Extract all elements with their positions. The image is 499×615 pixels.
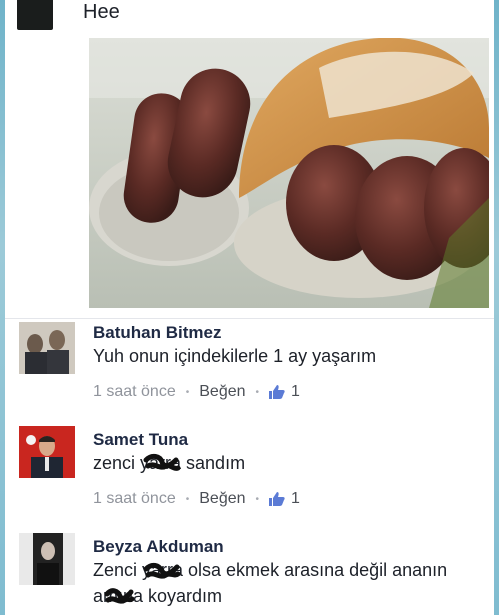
comment-timestamp[interactable]: 1 saat önce: [93, 490, 176, 508]
post-text: Hee: [83, 1, 120, 23]
thumbs-up-icon[interactable]: [269, 385, 285, 399]
separator-dot: •: [255, 493, 260, 505]
comment-avatar-samet[interactable]: [19, 426, 75, 478]
like-count[interactable]: 1: [291, 383, 300, 401]
like-count[interactable]: 1: [291, 490, 300, 508]
separator-dot: •: [185, 493, 190, 505]
comment-avatar-beyza[interactable]: [19, 533, 75, 585]
comment-text: Yuh onun içindekilerle 1 ay yaşarım: [93, 346, 377, 366]
comment-meta: 1 saat önce • Beğen • 1: [93, 490, 300, 508]
comment-timestamp[interactable]: 1 saat önce: [93, 383, 176, 401]
thumbs-up-icon[interactable]: [269, 492, 285, 506]
comment-author-name[interactable]: Beyza Akduman: [93, 537, 224, 557]
comment-text-line2: amına koyardım: [93, 586, 223, 606]
post-divider: [5, 318, 494, 319]
comment-text: zenci yarra sandım: [93, 453, 246, 473]
separator-dot: •: [255, 386, 260, 398]
comment-author-name[interactable]: Samet Tuna: [93, 430, 188, 450]
separator-dot: •: [185, 386, 190, 398]
comment-meta: 1 saat önce • Beğen • 1: [93, 383, 300, 401]
post-photo[interactable]: [89, 38, 489, 308]
like-button[interactable]: Beğen: [199, 490, 245, 508]
comment-avatar-batuhan[interactable]: [19, 322, 75, 374]
post-author-avatar[interactable]: [17, 0, 53, 30]
right-frame-edge: [494, 0, 499, 615]
comment-author-name[interactable]: Batuhan Bitmez: [93, 323, 221, 343]
comment-text-line1: Zenci yarra olsa ekmek arasına değil ana…: [93, 560, 448, 580]
like-button[interactable]: Beğen: [199, 383, 245, 401]
